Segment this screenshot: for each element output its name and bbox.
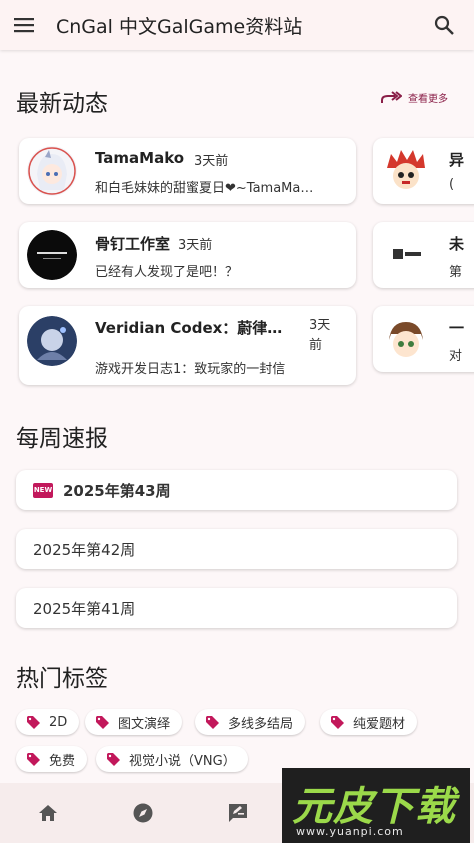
news-author: TamaMako [95,149,185,167]
view-more-link[interactable]: 查看更多 [380,90,448,105]
tag-icon [107,752,120,766]
new-badge: NEW [33,482,53,498]
news-time: 3天前 [309,318,331,353]
news-time: 3天前 [178,238,213,253]
news-card[interactable]: 一 对 [373,306,474,372]
weekly-item[interactable]: 2025年第42周 [16,529,457,569]
app-title: CnGal 中文GalGame资料站 [56,15,303,38]
tag-label: 图文演绎 [118,716,171,732]
tag-icon [27,752,40,766]
home-icon[interactable] [0,803,95,823]
news-text: 游戏开发日志1：致玩家的一封信 [95,362,286,377]
view-more-icon [381,90,402,103]
news-card[interactable]: TamaMako 3天前 和白毛妹妹的甜蜜夏日❤~TamaMa… [19,138,356,204]
tags-section-title: 热门标签 [16,666,108,692]
weekly-item[interactable]: 2025年第41周 [16,588,457,628]
tag-chip[interactable]: 2D [16,709,80,735]
weekly-item-label: 2025年第41周 [33,599,136,618]
top-app-bar: CnGal 中文GalGame资料站 [0,0,474,50]
news-text: 第 [449,265,463,280]
tag-chip[interactable]: 视觉小说（VNG） [96,746,248,772]
news-text: 和白毛妹妹的甜蜜夏日❤~TamaMa… [95,181,314,196]
tag-chip[interactable]: 纯爱题材 [320,709,418,735]
weekly-item[interactable]: NEW 2025年第43周 [16,470,457,510]
tag-chip[interactable]: 图文演绎 [85,709,183,735]
menu-icon[interactable] [0,0,48,50]
avatar [27,316,77,366]
news-author: 骨钉工作室 [95,235,171,253]
avatar [381,146,431,196]
feedback-icon[interactable] [190,803,285,823]
news-card[interactable]: 异 ( [373,138,474,204]
watermark-url: www.yuanpi.com [296,825,404,838]
news-author: Veridian Codex：蔚律… [95,319,283,337]
news-author: 一 [449,319,465,337]
tag-chip[interactable]: 多线多结局 [195,709,306,735]
tag-label: 2D [49,714,68,730]
avatar [381,230,431,280]
search-icon[interactable] [420,0,468,50]
explore-icon[interactable] [95,802,190,824]
weekly-section-title: 每周速报 [16,426,108,452]
tag-chip[interactable]: 免费 [16,746,88,772]
tag-icon [331,715,344,729]
news-card[interactable]: 骨钉工作室 3天前 已经有人发现了是吧！？ [19,222,356,288]
avatar [27,146,77,196]
news-author: 未 [449,235,465,253]
tag-label: 纯爱题材 [353,716,406,732]
weekly-item-label: 2025年第42周 [33,540,136,559]
tag-label: 多线多结局 [228,716,294,732]
news-text: 对 [449,349,463,364]
news-author: 异 [449,151,465,169]
news-text: ( [449,177,455,192]
watermark-text: 元皮下载 [292,784,456,830]
latest-section-title: 最新动态 [16,91,108,117]
news-text: 已经有人发现了是吧！？ [95,265,239,280]
view-more-label: 查看更多 [408,94,448,105]
news-card[interactable]: Veridian Codex：蔚律… 3天前 游戏开发日志1：致玩家的一封信 [19,306,356,385]
tag-label: 视觉小说（VNG） [129,753,236,769]
tag-icon [27,715,40,729]
weekly-item-label: 2025年第43周 [63,481,171,500]
watermark-logo: 元皮下载 www.yuanpi.com [282,768,470,843]
tag-icon [96,715,109,729]
news-card[interactable]: 未 第 [373,222,474,288]
tag-label: 免费 [49,753,76,769]
avatar [27,230,77,280]
tag-icon [206,715,219,729]
news-time: 3天前 [194,154,229,169]
avatar [381,314,431,364]
